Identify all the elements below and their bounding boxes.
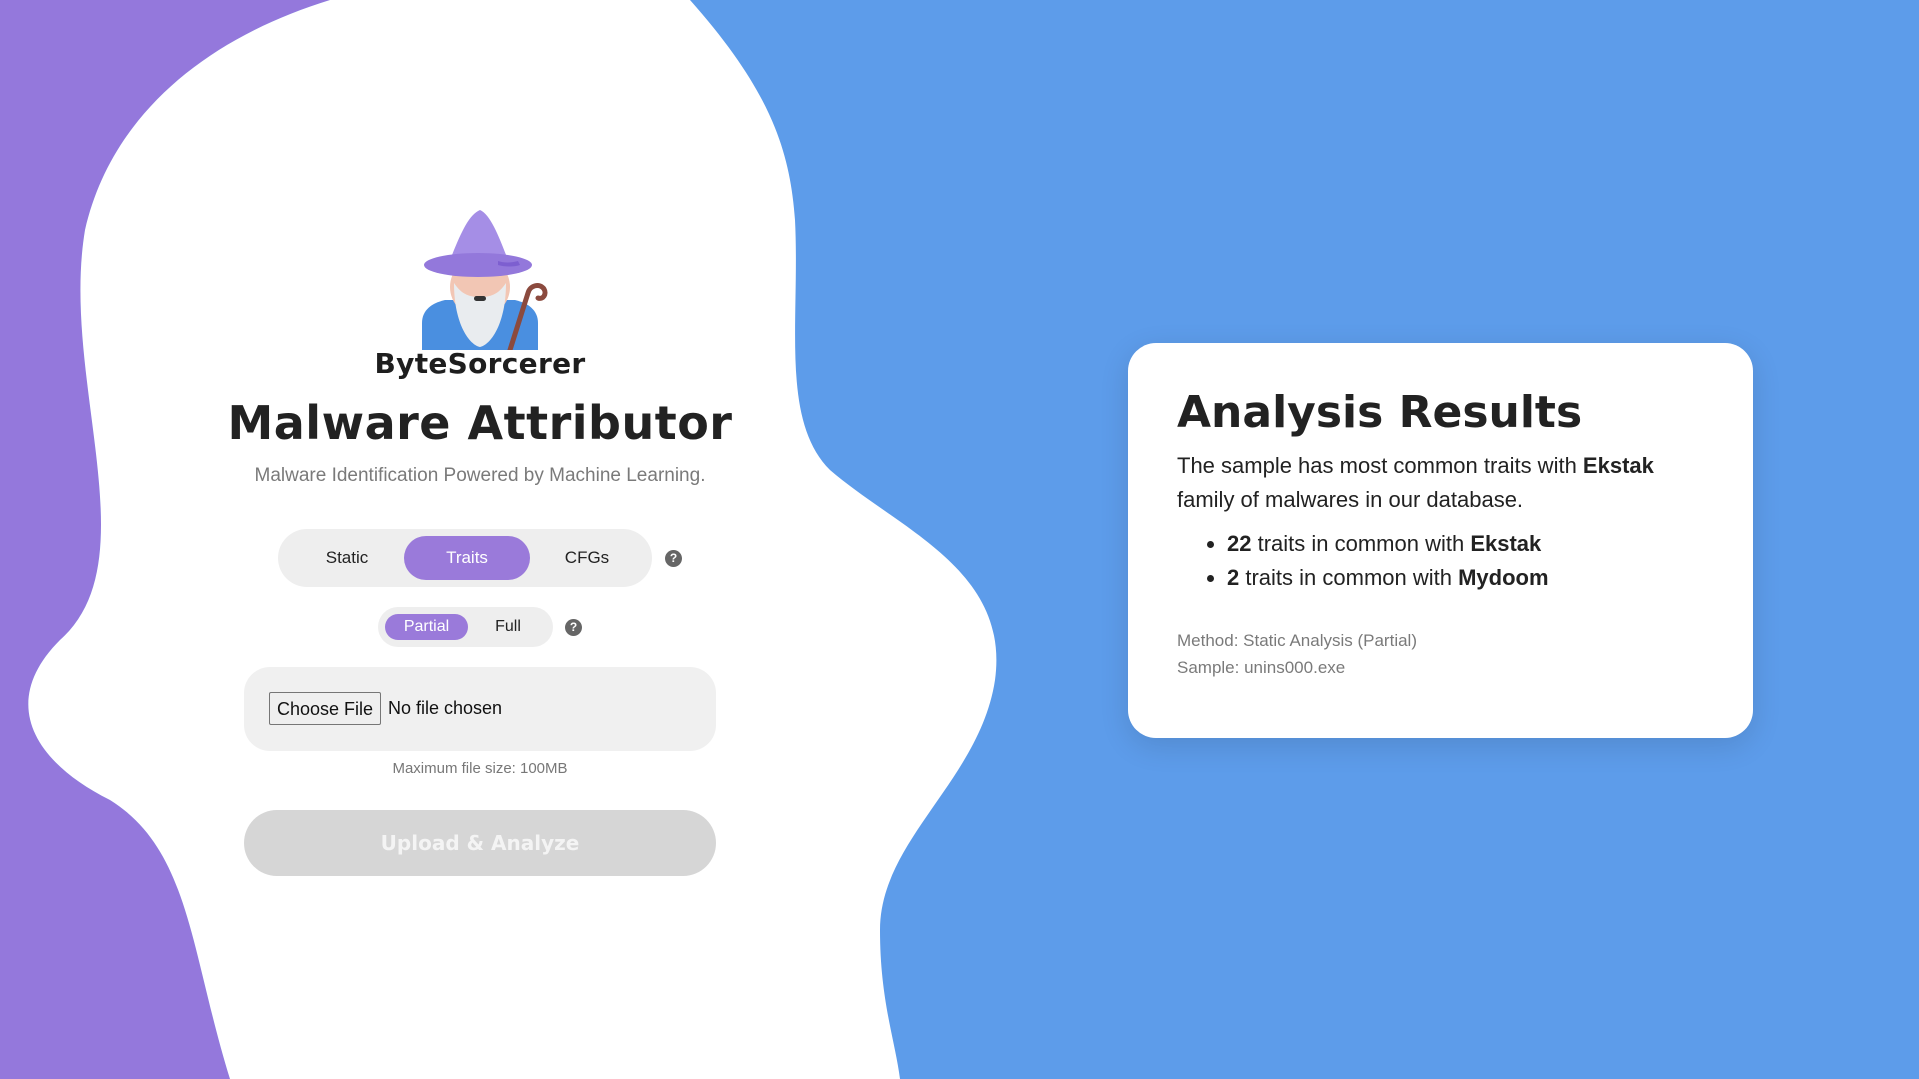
page-title: Malware Attributor (227, 396, 733, 450)
match-count: 2 (1227, 565, 1240, 590)
page-subtitle: Malware Identification Powered by Machin… (254, 465, 706, 486)
upload-analyze-button[interactable]: Upload & Analyze (244, 810, 716, 876)
method-label: Method: Static Analysis (Partial) (1177, 631, 1417, 650)
scope-mode-help-icon[interactable]: ? (565, 619, 582, 636)
wizard-icon (422, 210, 548, 350)
sample-label: Sample: unins000.exe (1177, 658, 1346, 677)
file-input-area: Choose File No file chosen (244, 667, 716, 751)
matches-list: 22 traits in common with Ekstak 2 traits… (1177, 527, 1704, 595)
scope-partial-option[interactable]: Partial (385, 614, 468, 640)
choose-file-button[interactable]: Choose File (269, 692, 381, 725)
file-size-hint: Maximum file size: 100MB (392, 760, 568, 777)
scope-mode-toggle: Partial Full (378, 607, 553, 647)
summary-suffix: family of malwares in our database. (1177, 487, 1524, 512)
match-item: 22 traits in common with Ekstak (1227, 527, 1704, 561)
analysis-results-card: Analysis Results The sample has most com… (1128, 343, 1753, 738)
results-meta: Method: Static Analysis (Partial) Sample… (1177, 627, 1704, 681)
results-title: Analysis Results (1177, 387, 1583, 438)
mode-traits-option[interactable]: Traits (404, 536, 530, 580)
match-text: traits in common with (1251, 531, 1471, 556)
summary-prefix: The sample has most common traits with (1177, 453, 1583, 478)
mode-cfgs-option[interactable]: CFGs (530, 536, 644, 580)
match-item: 2 traits in common with Mydoom (1227, 561, 1704, 595)
brand-name: ByteSorcerer (374, 347, 586, 380)
file-status-text: No file chosen (388, 698, 503, 718)
results-summary: The sample has most common traits with E… (1177, 449, 1704, 517)
match-count: 22 (1227, 531, 1252, 556)
upload-panel: ByteSorcerer Malware Attributor Malware … (0, 0, 960, 1079)
analysis-mode-help-icon[interactable]: ? (665, 550, 682, 567)
match-family: Mydoom (1458, 565, 1549, 590)
match-family: Ekstak (1470, 531, 1542, 556)
match-text: traits in common with (1239, 565, 1459, 590)
scope-full-option[interactable]: Full (468, 614, 548, 640)
mode-static-option[interactable]: Static (288, 536, 406, 580)
analysis-mode-toggle: Static Traits CFGs (278, 529, 652, 587)
summary-family: Ekstak (1582, 453, 1654, 478)
